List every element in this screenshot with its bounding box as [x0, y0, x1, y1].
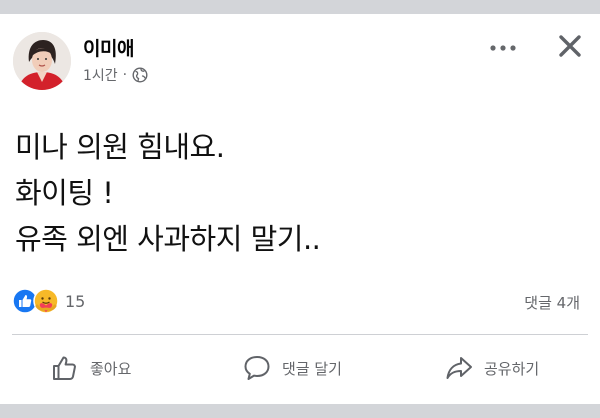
- reaction-count: 15: [65, 291, 86, 311]
- divider: [12, 334, 588, 335]
- comment-count[interactable]: 댓글 4개: [524, 292, 580, 313]
- post-card: 이미애 1시간 · 미나 의원 힘내요. 화이팅 ! 유족 외엔 사과하지 말기…: [0, 14, 600, 404]
- post-line: 화이팅 !: [15, 176, 114, 210]
- reaction-summary[interactable]: 15: [12, 288, 85, 314]
- post-line: 유족 외엔 사과하지 말기..: [15, 222, 321, 256]
- close-icon: [559, 35, 581, 57]
- post-body: 미나 의원 힘내요. 화이팅 ! 유족 외엔 사과하지 말기..: [15, 124, 321, 262]
- meta-separator: ·: [122, 67, 128, 83]
- share-button[interactable]: 공유하기: [444, 350, 539, 386]
- avatar[interactable]: [13, 32, 71, 90]
- comment-button[interactable]: 댓글 달기: [242, 350, 342, 386]
- action-bar: 좋아요 댓글 달기 공유하기: [0, 350, 600, 390]
- more-horizontal-icon: [490, 45, 516, 51]
- like-button[interactable]: 좋아요: [50, 350, 131, 386]
- care-reaction-icon: [33, 288, 59, 314]
- post-line: 미나 의원 힘내요.: [15, 130, 225, 164]
- share-icon: [446, 357, 472, 379]
- author-name[interactable]: 이미애: [83, 34, 134, 61]
- globe-icon[interactable]: [132, 67, 148, 83]
- like-button-label: 좋아요: [90, 359, 132, 378]
- close-button[interactable]: [552, 28, 588, 64]
- post-time[interactable]: 1시간: [83, 65, 118, 85]
- more-options-button[interactable]: [485, 36, 521, 60]
- share-button-label: 공유하기: [484, 359, 540, 378]
- post-meta: 1시간 ·: [83, 65, 148, 85]
- like-icon: [53, 356, 76, 380]
- comment-button-label: 댓글 달기: [282, 359, 342, 378]
- comment-icon: [244, 356, 270, 380]
